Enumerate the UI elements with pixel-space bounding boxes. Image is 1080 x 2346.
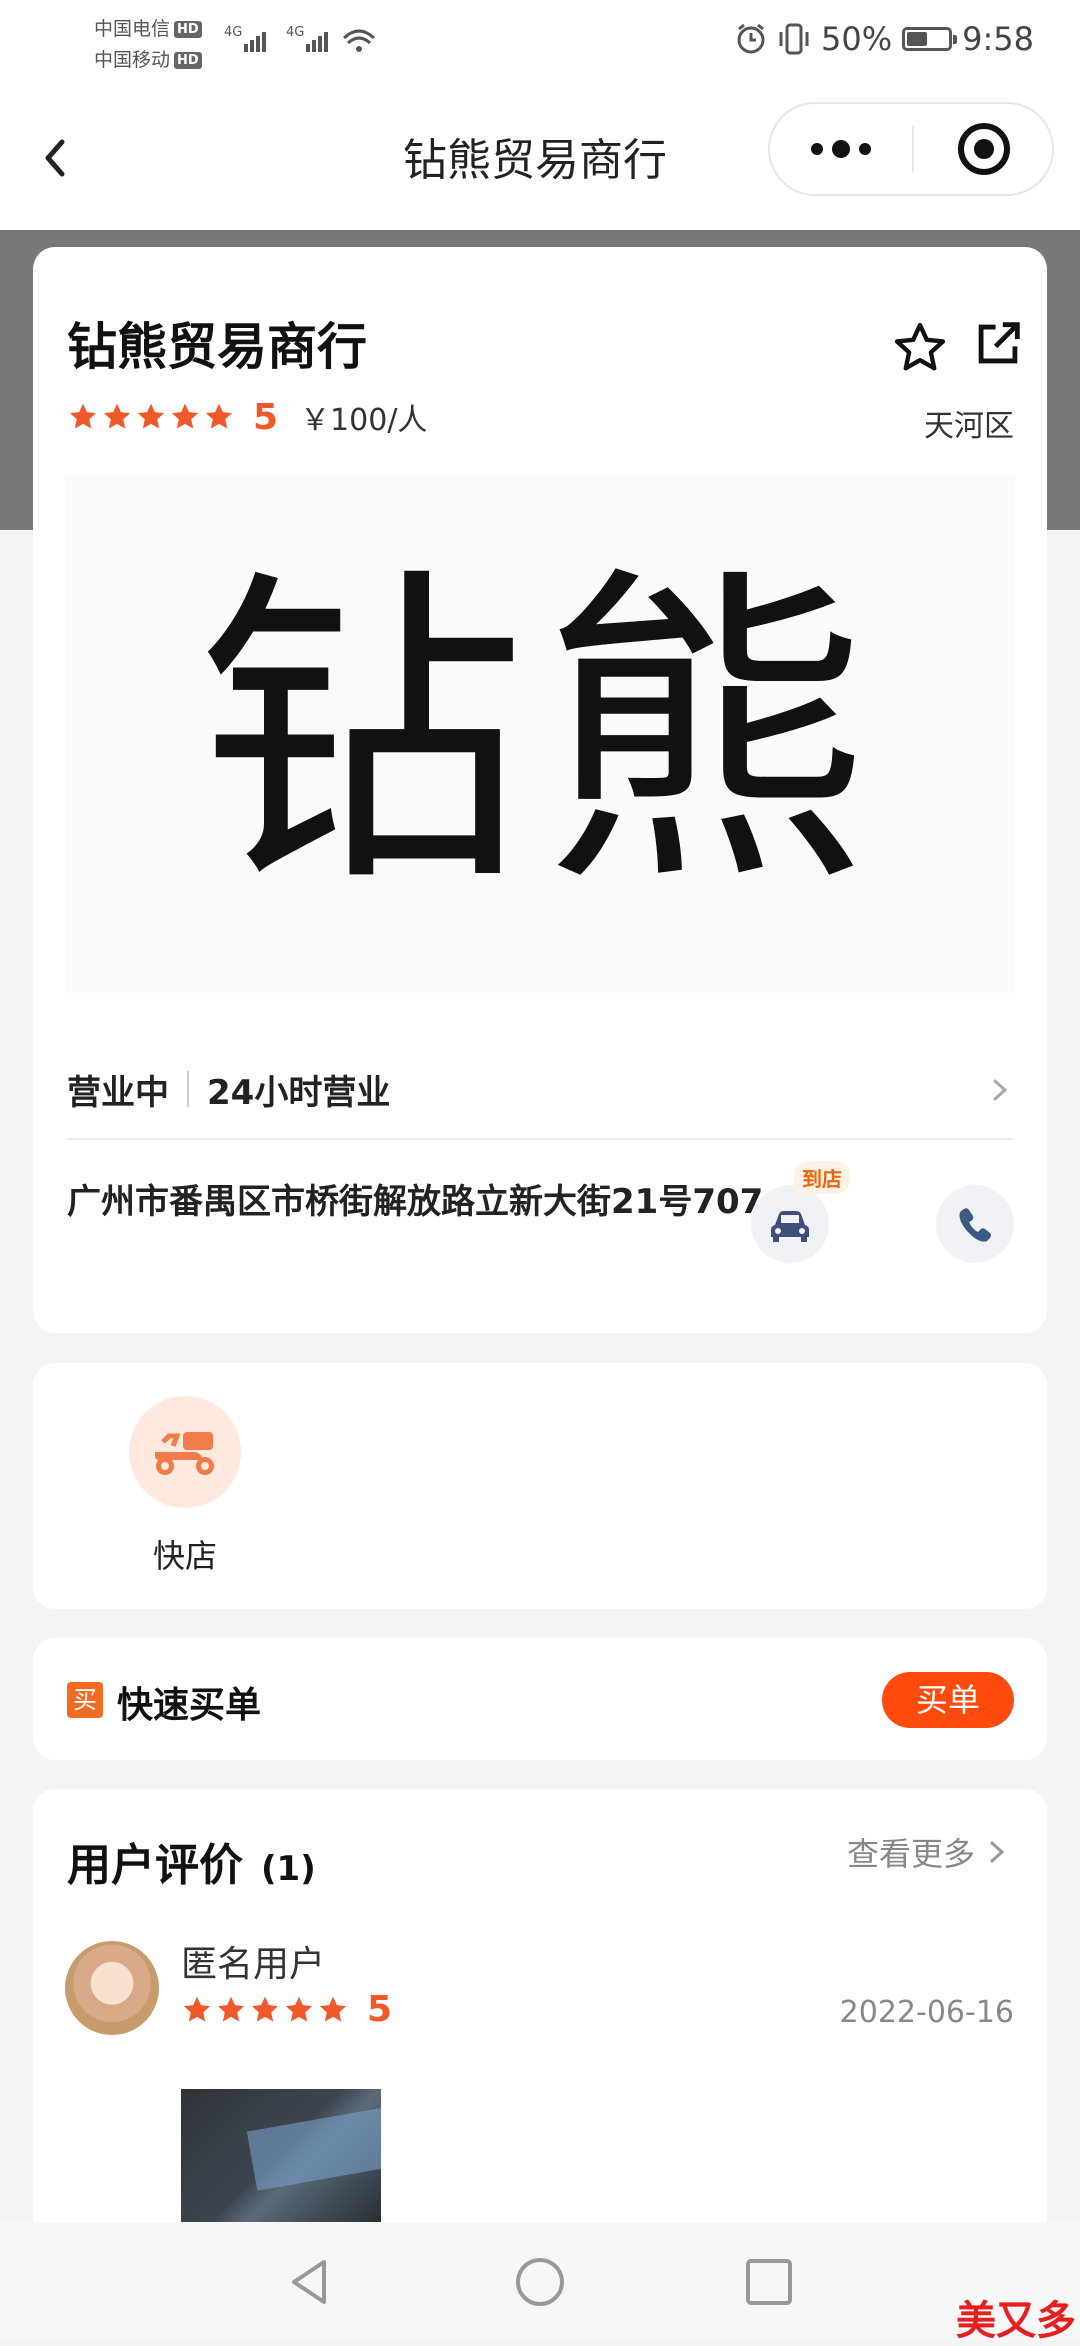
- hours-detail: 24小时营业: [207, 1072, 391, 1113]
- phone-icon: [959, 1208, 991, 1242]
- nav-home-icon[interactable]: [512, 2254, 568, 2310]
- open-status: 营业中: [67, 1072, 169, 1113]
- share-button[interactable]: [969, 315, 1027, 373]
- chevron-right-icon: [990, 1841, 1005, 1863]
- rating-stars: [67, 401, 235, 433]
- star-filled-icon: [251, 1996, 279, 2021]
- reviews-title: 用户评价 (1): [67, 1829, 316, 1893]
- target-icon: [958, 123, 1010, 175]
- hours-divider: [187, 1071, 189, 1107]
- hd-badge: HD: [174, 52, 202, 69]
- star-filled-icon: [171, 403, 199, 429]
- star-filled-icon: [217, 1996, 245, 2021]
- reviewer-name: 匿名用户: [181, 1944, 326, 1985]
- star-filled-icon: [285, 1996, 313, 2021]
- battery-percent: 50%: [821, 20, 893, 58]
- divider: [67, 1138, 1013, 1140]
- chevron-right-icon: [993, 1079, 1008, 1101]
- quick-buy-card: 买 快速买单 买单: [33, 1638, 1047, 1760]
- service-kuaidian-button[interactable]: [129, 1396, 241, 1508]
- status-bar: 中国电信 HD 中国移动 HD 4G 4G 50% 9:58: [0, 0, 1080, 86]
- more-dots-icon: [811, 140, 871, 158]
- avg-price: ￥100/人: [300, 403, 428, 438]
- see-more-label: 查看更多: [846, 1835, 975, 1873]
- star-filled-icon: [137, 403, 165, 429]
- service-kuaidian-label: 快店: [152, 1537, 217, 1575]
- shop-info-card: 钻熊贸易商行 5 ￥100/人 天河区 钻熊 营业中 24小时营业 广州市番禺区…: [33, 247, 1047, 1333]
- alarm-icon: [737, 23, 765, 54]
- review-score: 5: [367, 1989, 393, 2030]
- carrier1-label: 中国电信: [94, 18, 171, 40]
- star-filled-icon: [183, 1996, 211, 2021]
- carrier2-label: 中国移动: [94, 49, 171, 71]
- nav-bar: 钻熊贸易商行: [0, 86, 1080, 230]
- buy-button[interactable]: 买单: [882, 1672, 1014, 1728]
- network-label-2: 4G: [286, 25, 304, 40]
- battery-fill: [907, 32, 928, 46]
- business-hours-row[interactable]: 营业中 24小时营业: [67, 1059, 1013, 1119]
- car-icon: [771, 1211, 809, 1242]
- close-miniprogram-button[interactable]: [914, 104, 1052, 194]
- star-filled-icon: [319, 1996, 347, 2021]
- nav-recent-icon[interactable]: [741, 2254, 797, 2310]
- battery-icon: [902, 27, 958, 51]
- signal-icon: 4G 4G: [224, 25, 376, 52]
- star-filled-icon: [205, 403, 233, 429]
- system-nav-bar: [0, 2222, 1080, 2340]
- review-date: 2022-06-16: [839, 1995, 1014, 2030]
- navigate-button[interactable]: [751, 1185, 829, 1263]
- star-filled-icon: [103, 403, 131, 429]
- quick-buy-title: 快速买单: [117, 1685, 262, 1726]
- review-stars: [181, 1994, 349, 2026]
- district: 天河区: [924, 409, 1014, 444]
- watermark-logo: 美又多: [956, 2297, 1076, 2344]
- rating-score: 5: [253, 396, 279, 438]
- reviews-title-text: 用户评价: [67, 1840, 243, 1891]
- see-more-link[interactable]: 查看更多: [847, 1829, 1007, 1875]
- favorite-button[interactable]: [891, 319, 949, 377]
- carrier-info: 中国电信 HD 中国移动 HD: [94, 14, 202, 76]
- reviews-count: (1): [261, 1849, 316, 1889]
- more-button[interactable]: [770, 104, 912, 194]
- shop-name: 钻熊贸易商行: [67, 318, 367, 376]
- buy-badge-icon: 买: [67, 1682, 103, 1718]
- scooter-icon: [155, 1432, 214, 1475]
- mini-program-capsule: [768, 102, 1054, 196]
- shop-logo-text: 钻熊: [196, 542, 884, 926]
- nav-back-icon[interactable]: [282, 2254, 338, 2310]
- share-icon: [978, 322, 1020, 364]
- reviews-card: 用户评价 (1) 查看更多 匿名用户 5 2022-06-16: [33, 1789, 1047, 2249]
- network-label-1: 4G: [224, 25, 242, 40]
- vibrate-icon: [779, 23, 809, 55]
- status-right: 50% 9:58: [735, 20, 1034, 58]
- star-outline-icon: [894, 322, 946, 371]
- hd-badge: HD: [174, 21, 202, 38]
- reviewer-rating: 5: [181, 1989, 392, 2030]
- rating-row: 5 ￥100/人: [67, 395, 427, 439]
- clock: 9:58: [962, 20, 1034, 58]
- star-filled-icon: [69, 403, 97, 429]
- arrive-store-badge: 到店: [794, 1161, 850, 1194]
- shop-logo-image[interactable]: 钻熊: [65, 475, 1015, 993]
- reviewer-avatar[interactable]: [65, 1941, 159, 2035]
- shop-address: 广州市番禺区市桥街解放路立新大街21号707: [67, 1182, 764, 1222]
- call-button[interactable]: [936, 1185, 1014, 1263]
- services-card: 快店: [33, 1363, 1047, 1609]
